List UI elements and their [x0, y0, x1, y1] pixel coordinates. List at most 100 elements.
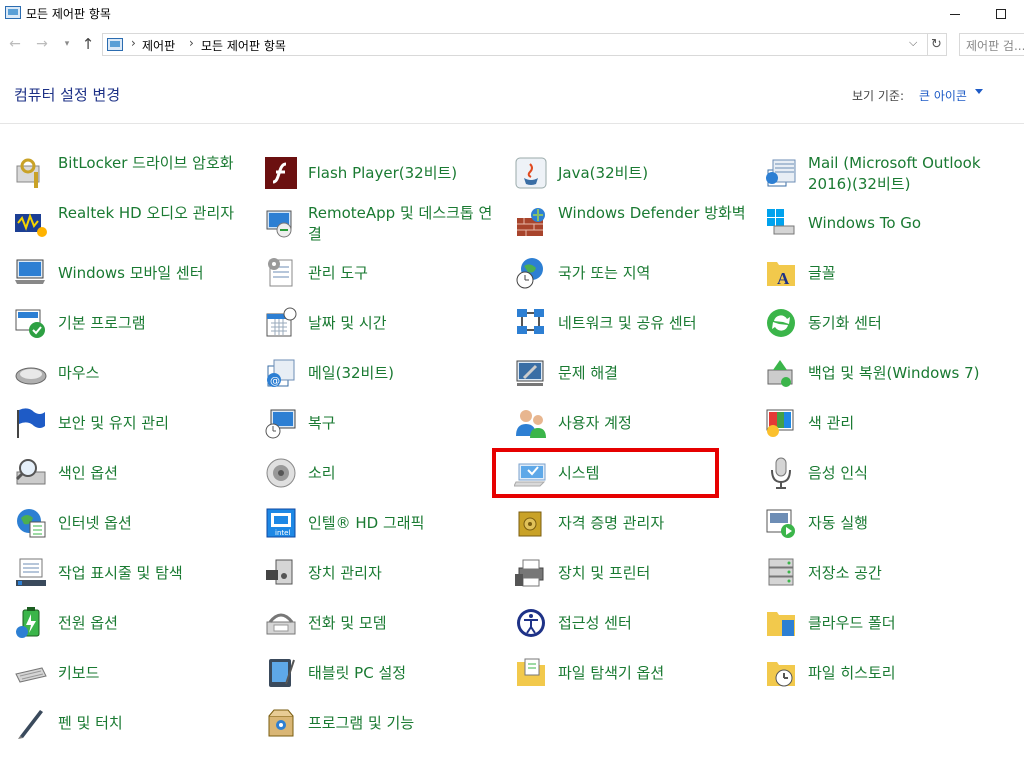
search-input[interactable]: 제어판 검...	[959, 33, 1024, 56]
item-label[interactable]: 인터넷 옵션	[58, 513, 248, 534]
dropdown-arrow-icon[interactable]	[975, 89, 983, 94]
item-label[interactable]: 보안 및 유지 관리	[58, 413, 248, 434]
item-label[interactable]: BitLocker 드라이브 암호화	[58, 153, 248, 174]
breadcrumb-control-panel[interactable]: 제어판	[142, 37, 175, 54]
control-panel-item[interactable]: 키보드	[14, 650, 254, 696]
control-panel-item[interactable]: Windows 모바일 센터	[14, 250, 254, 296]
control-panel-item[interactable]: Realtek HD 오디오 관리자	[14, 200, 254, 246]
item-label[interactable]: 문제 해결	[558, 363, 748, 384]
item-label[interactable]: 색인 옵션	[58, 463, 248, 484]
item-label[interactable]: 자동 실행	[808, 513, 998, 534]
item-label[interactable]: 관리 도구	[308, 263, 498, 284]
control-panel-item[interactable]: 접근성 센터	[514, 600, 754, 646]
control-panel-item[interactable]: 복구	[264, 400, 504, 446]
item-label[interactable]: 동기화 센터	[808, 313, 998, 334]
control-panel-item[interactable]: 기본 프로그램	[14, 300, 254, 346]
item-label[interactable]: 글꼴	[808, 263, 998, 284]
forward-button[interactable]: →	[33, 34, 51, 54]
control-panel-item[interactable]: Java(32비트)	[514, 150, 754, 196]
item-label[interactable]: 프로그램 및 기능	[308, 713, 498, 734]
item-label[interactable]: 작업 표시줄 및 탐색	[58, 563, 248, 584]
control-panel-item[interactable]: 파일 탐색기 옵션	[514, 650, 754, 696]
control-panel-item[interactable]: 태블릿 PC 설정	[264, 650, 504, 696]
control-panel-item[interactable]: 관리 도구	[264, 250, 504, 296]
item-label[interactable]: Windows Defender 방화벽	[558, 203, 748, 224]
item-label[interactable]: 키보드	[58, 663, 248, 684]
item-label[interactable]: 기본 프로그램	[58, 313, 248, 334]
control-panel-item[interactable]: Mail (Microsoft Outlook 2016)(32비트)	[764, 150, 1004, 196]
item-label[interactable]: 파일 히스토리	[808, 663, 998, 684]
control-panel-item[interactable]: 날짜 및 시간	[264, 300, 504, 346]
item-label[interactable]: Mail (Microsoft Outlook 2016)(32비트)	[808, 153, 998, 195]
control-panel-item[interactable]: 동기화 센터	[764, 300, 1004, 346]
item-label[interactable]: 백업 및 복원(Windows 7)	[808, 363, 998, 384]
control-panel-item[interactable]: 프로그램 및 기능	[264, 700, 504, 746]
item-label[interactable]: 태블릿 PC 설정	[308, 663, 498, 684]
control-panel-item[interactable]: 소리	[264, 450, 504, 496]
control-panel-item[interactable]: 자격 증명 관리자	[514, 500, 754, 546]
view-by-dropdown[interactable]: 큰 아이콘	[919, 87, 967, 104]
control-panel-item[interactable]: 장치 및 프린터	[514, 550, 754, 596]
item-label[interactable]: 전화 및 모뎀	[308, 613, 498, 634]
control-panel-item[interactable]: 백업 및 복원(Windows 7)	[764, 350, 1004, 396]
item-label[interactable]: RemoteApp 및 데스크톱 연결	[308, 203, 498, 245]
control-panel-item[interactable]: 클라우드 폴더	[764, 600, 1004, 646]
control-panel-item[interactable]: intel 인텔® HD 그래픽	[264, 500, 504, 546]
item-label[interactable]: 네트워크 및 공유 센터	[558, 313, 748, 334]
address-bar[interactable]: › 제어판 › 모든 제어판 항목 ⌵	[102, 33, 928, 56]
item-label[interactable]: Flash Player(32비트)	[308, 163, 498, 184]
control-panel-item[interactable]: RemoteApp 및 데스크톱 연결	[264, 200, 504, 246]
chevron-down-icon[interactable]: ⌵	[909, 36, 917, 50]
control-panel-item[interactable]: 마우스	[14, 350, 254, 396]
item-label[interactable]: 국가 또는 지역	[558, 263, 748, 284]
item-label[interactable]: 전원 옵션	[58, 613, 248, 634]
control-panel-item[interactable]: 인터넷 옵션	[14, 500, 254, 546]
item-label[interactable]: Java(32비트)	[558, 163, 748, 184]
item-label[interactable]: 마우스	[58, 363, 248, 384]
item-label[interactable]: 저장소 공간	[808, 563, 998, 584]
control-panel-item[interactable]: 펜 및 터치	[14, 700, 254, 746]
control-panel-item[interactable]: 국가 또는 지역	[514, 250, 754, 296]
control-panel-item[interactable]: 자동 실행	[764, 500, 1004, 546]
control-panel-item[interactable]: 보안 및 유지 관리	[14, 400, 254, 446]
item-label[interactable]: 펜 및 터치	[58, 713, 248, 734]
item-label[interactable]: 메일(32비트)	[308, 363, 498, 384]
item-label[interactable]: Windows 모바일 센터	[58, 263, 248, 284]
up-button[interactable]: ↑	[79, 34, 97, 54]
recent-locations-button[interactable]: ▾	[58, 34, 76, 54]
item-label[interactable]: 날짜 및 시간	[308, 313, 498, 334]
maximize-button[interactable]	[978, 0, 1024, 27]
minimize-button[interactable]	[932, 0, 978, 27]
control-panel-item[interactable]: 저장소 공간	[764, 550, 1004, 596]
item-label[interactable]: 사용자 계정	[558, 413, 748, 434]
breadcrumb-all-items[interactable]: 모든 제어판 항목	[201, 37, 286, 54]
control-panel-item[interactable]: 전화 및 모뎀	[264, 600, 504, 646]
item-label[interactable]: 클라우드 폴더	[808, 613, 998, 634]
item-label[interactable]: Windows To Go	[808, 213, 998, 234]
control-panel-item[interactable]: 색 관리	[764, 400, 1004, 446]
control-panel-item[interactable]: 색인 옵션	[14, 450, 254, 496]
control-panel-item[interactable]: A 글꼴	[764, 250, 1004, 296]
item-label[interactable]: 복구	[308, 413, 498, 434]
control-panel-item[interactable]: 문제 해결	[514, 350, 754, 396]
control-panel-item[interactable]: 음성 인식	[764, 450, 1004, 496]
item-label[interactable]: 장치 관리자	[308, 563, 498, 584]
control-panel-item[interactable]: Flash Player(32비트)	[264, 150, 504, 196]
item-label[interactable]: 파일 탐색기 옵션	[558, 663, 748, 684]
control-panel-item[interactable]: 전원 옵션	[14, 600, 254, 646]
control-panel-item[interactable]: 장치 관리자	[264, 550, 504, 596]
item-label[interactable]: 장치 및 프린터	[558, 563, 748, 584]
control-panel-item[interactable]: 작업 표시줄 및 탐색	[14, 550, 254, 596]
item-label[interactable]: 인텔® HD 그래픽	[308, 513, 498, 534]
control-panel-item[interactable]: 네트워크 및 공유 센터	[514, 300, 754, 346]
control-panel-item[interactable]: 파일 히스토리	[764, 650, 1004, 696]
item-label[interactable]: 색 관리	[808, 413, 998, 434]
control-panel-item[interactable]: 사용자 계정	[514, 400, 754, 446]
control-panel-item[interactable]: Windows To Go	[764, 200, 1004, 246]
back-button[interactable]: ←	[6, 34, 24, 54]
control-panel-item[interactable]: @ 메일(32비트)	[264, 350, 504, 396]
item-label[interactable]: 접근성 센터	[558, 613, 748, 634]
item-label[interactable]: 소리	[308, 463, 498, 484]
control-panel-item[interactable]: BitLocker 드라이브 암호화	[14, 150, 254, 196]
item-label[interactable]: Realtek HD 오디오 관리자	[58, 203, 248, 224]
